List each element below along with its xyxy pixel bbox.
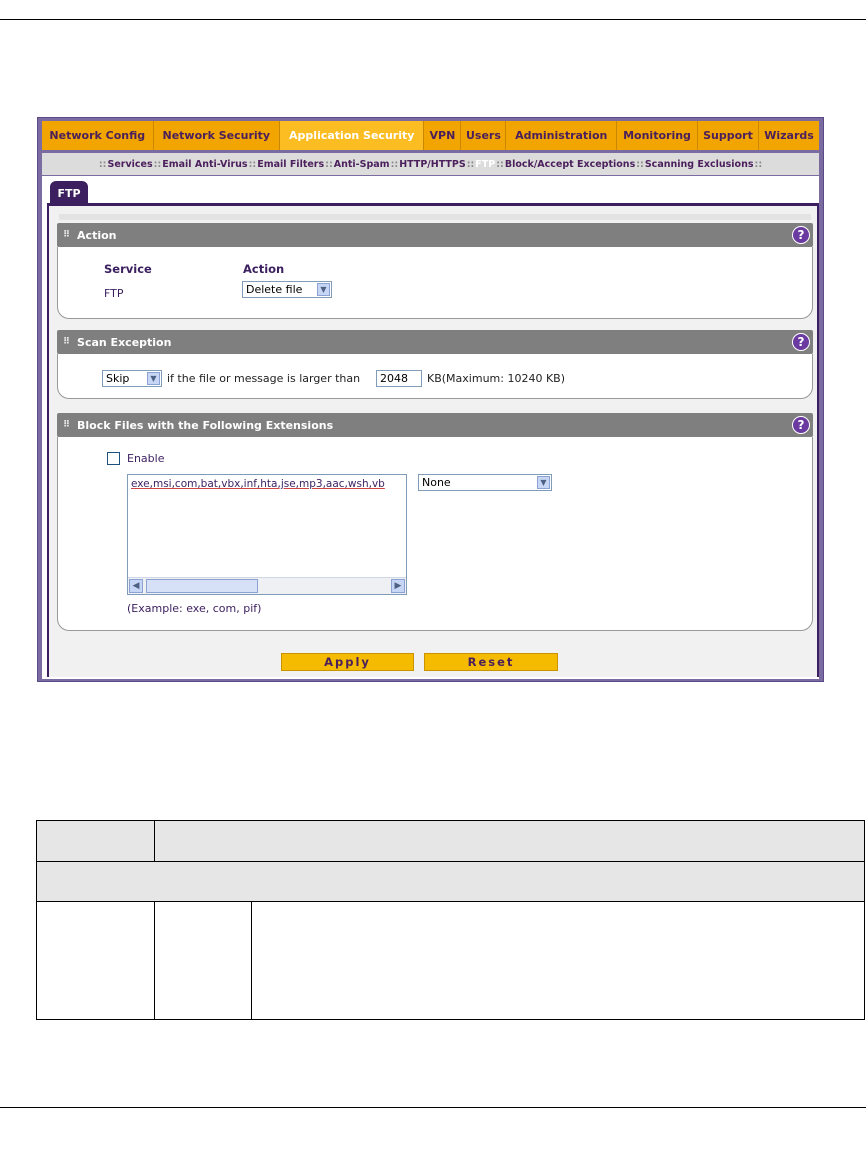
chevron-down-icon: ▼ [147,372,160,385]
scan-exception-mode-select[interactable]: Skip ▼ [102,370,162,387]
action-section-title: Action [77,228,117,242]
table-border [154,820,155,861]
scrollbar-thumb[interactable] [146,579,258,593]
table-group-row [36,861,865,901]
grip-icon: ⠿ [63,230,70,240]
sub-nav-separator: :: [390,158,399,170]
sub-nav-separator: :: [325,158,333,170]
sub-nav-separator: :: [496,158,504,170]
sub-nav-separator: :: [466,158,475,170]
action-column-header: Action [243,262,285,276]
subnav-http-https[interactable]: HTTP/HTTPS [399,159,466,170]
sub-nav-separator: :: [98,158,107,170]
table-border [864,820,865,1020]
extensions-textarea[interactable]: exe,msi,com,bat,vbx,inf,hta,jse,mp3,aac,… [127,474,407,595]
subnav-email-anti-virus[interactable]: Email Anti-Virus [162,159,247,170]
ftp-action-select[interactable]: Delete file ▼ [242,281,332,298]
scan-exception-section-body: Skip ▼ if the file or message is larger … [57,354,813,399]
grip-icon: ⠿ [63,420,70,430]
size-limit-unit: KB(Maximum: 10240 KB) [427,372,565,385]
chevron-down-icon: ▼ [537,476,550,489]
extension-preset-value: None [422,476,451,489]
enable-checkbox[interactable] [107,452,120,465]
scroll-left-icon[interactable]: ◀ [129,579,143,593]
extension-preset-select[interactable]: None ▼ [418,474,552,491]
nav-wizards[interactable]: Wizards [759,121,819,150]
extensions-example: (Example: exe, com, pif) [127,602,262,615]
block-files-section-body: Enable exe,msi,com,bat,vbx,inf,hta,jse,m… [57,437,813,631]
table-border [154,901,155,1020]
sub-nav-separator: :: [636,158,644,170]
service-ftp-label: FTP [104,287,124,300]
service-column-header: Service [104,262,152,276]
table-border [36,820,37,1020]
table-border [251,901,252,1020]
scan-exception-mode-value: Skip [106,372,130,385]
help-icon[interactable]: ? [792,416,810,434]
extensions-text: exe,msi,com,bat,vbx,inf,hta,jse,mp3,aac,… [131,478,385,490]
sub-navigation: :: Services :: Email Anti-Virus :: Email… [42,153,819,175]
subnav-scanning-exclusions[interactable]: Scanning Exclusions [645,159,754,170]
nav-support[interactable]: Support [698,121,759,150]
top-navigation: Network Config Network Security Applicat… [42,121,819,150]
document-table [36,820,865,1020]
sub-nav-separator: :: [754,158,763,170]
nav-vpn[interactable]: VPN [424,121,462,150]
nav-application-security[interactable]: Application Security [280,121,425,150]
enable-label: Enable [127,452,165,465]
nav-users[interactable]: Users [461,121,507,150]
action-section-header: ⠿ Action ? [57,223,813,247]
panel-strip [59,214,811,220]
nav-administration[interactable]: Administration [506,121,617,150]
table-border [36,861,865,862]
horizontal-scrollbar[interactable]: ◀ ▶ [128,577,406,594]
subnav-anti-spam[interactable]: Anti-Spam [334,159,390,170]
block-files-section-title: Block Files with the Following Extension… [77,418,334,432]
scan-exception-section-header: ⠿ Scan Exception ? [57,330,813,354]
page-top-rule [0,19,866,20]
sub-nav-separator: :: [248,158,257,170]
nav-network-security[interactable]: Network Security [154,121,281,150]
nav-network-config[interactable]: Network Config [42,121,154,150]
page-bottom-rule [0,1107,866,1108]
help-icon[interactable]: ? [792,333,810,351]
scroll-right-icon[interactable]: ▶ [391,579,405,593]
tab-ftp[interactable]: FTP [50,181,88,205]
subnav-ftp[interactable]: FTP [475,159,495,170]
scan-exception-section-title: Scan Exception [77,335,172,349]
scan-exception-text: if the file or message is larger than [167,372,361,385]
apply-button[interactable]: Apply [281,653,414,671]
chevron-down-icon: ▼ [317,283,330,296]
block-files-section-header: ⠿ Block Files with the Following Extensi… [57,413,813,437]
help-icon[interactable]: ? [792,226,810,244]
table-border [36,1019,865,1020]
table-border [36,901,865,902]
reset-button[interactable]: Reset [424,653,558,671]
subnav-email-filters[interactable]: Email Filters [257,159,324,170]
content-area: FTP ⠿ Action ? Service Action FTP Delete… [42,176,819,679]
nav-monitoring[interactable]: Monitoring [617,121,698,150]
subnav-services[interactable]: Services [107,159,152,170]
table-header-row [36,820,865,861]
ftp-panel: ⠿ Action ? Service Action FTP Delete fil… [47,203,819,677]
action-section-body: Service Action FTP Delete file ▼ [57,247,813,319]
ftp-action-value: Delete file [246,283,303,296]
subnav-block-accept-exceptions[interactable]: Block/Accept Exceptions [505,159,635,170]
table-border [36,820,865,821]
router-ui-screenshot: Network Config Network Security Applicat… [37,117,824,682]
sub-nav-separator: :: [153,158,162,170]
grip-icon: ⠿ [63,337,70,347]
size-limit-input[interactable]: 2048 [376,370,422,387]
